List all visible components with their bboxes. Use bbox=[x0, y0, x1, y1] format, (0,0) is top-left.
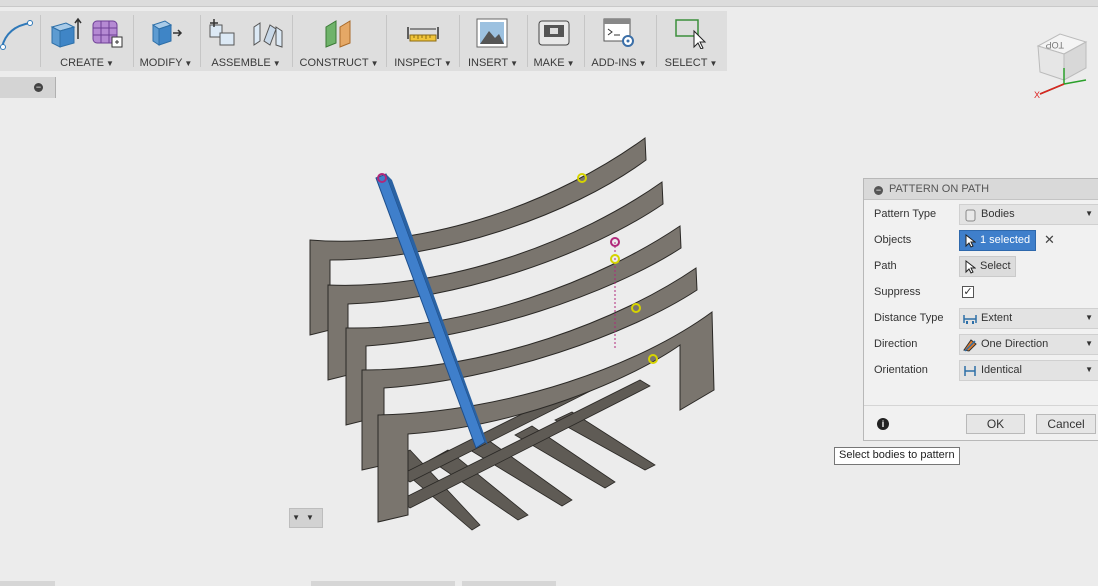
scripts-icon[interactable] bbox=[602, 17, 636, 49]
collapse-icon[interactable]: − bbox=[34, 83, 43, 92]
direction-row: Direction One Direction ▼ bbox=[864, 332, 1098, 358]
insert-label[interactable]: INSERT ▼ bbox=[461, 57, 525, 69]
add-ins-label[interactable]: ADD-INS ▼ bbox=[586, 57, 652, 69]
suppress-row: Suppress ✓ bbox=[864, 280, 1098, 306]
orientation-dropdown[interactable]: Identical ▼ bbox=[959, 360, 1098, 381]
pattern-on-path-panel: − PATTERN ON PATH Pattern Type Bodies ▼ O… bbox=[863, 178, 1098, 441]
chevron-down-icon: ▼ bbox=[1085, 313, 1093, 322]
ok-button[interactable]: OK bbox=[966, 414, 1025, 434]
insert-group[interactable]: INSERT ▼ bbox=[461, 11, 525, 71]
suppress-checkbox[interactable]: ✓ bbox=[962, 286, 974, 298]
joint-icon[interactable] bbox=[250, 17, 284, 49]
direction-label: Direction bbox=[874, 338, 918, 350]
timeline-bar[interactable] bbox=[462, 581, 556, 586]
suppress-label: Suppress bbox=[874, 286, 921, 298]
sketch-spline-icon[interactable] bbox=[0, 17, 36, 50]
orientation-row: Orientation Identical ▼ bbox=[864, 358, 1098, 384]
path-value: Select bbox=[980, 260, 1011, 272]
objects-row: Objects 1 selected ✕ bbox=[864, 228, 1098, 254]
construct-group[interactable]: CONSTRUCT ▼ bbox=[296, 11, 382, 71]
direction-value: One Direction bbox=[981, 338, 1049, 350]
browser-collapse-bar[interactable]: − bbox=[0, 77, 56, 98]
distance-type-value: Extent bbox=[981, 312, 1013, 324]
display-settings-dropdown[interactable]: ▼▼ bbox=[289, 508, 323, 528]
chevron-down-icon: ▼ bbox=[1085, 365, 1093, 374]
timeline-bar[interactable] bbox=[311, 581, 455, 586]
toolbar-separator bbox=[527, 15, 528, 67]
new-component-icon[interactable] bbox=[206, 17, 240, 49]
form-icon[interactable] bbox=[90, 17, 124, 49]
objects-label: Objects bbox=[874, 234, 912, 246]
pattern-type-dropdown[interactable]: Bodies ▼ bbox=[959, 204, 1098, 225]
clear-selection-icon[interactable]: ✕ bbox=[1044, 232, 1055, 248]
window-select-icon[interactable] bbox=[674, 17, 708, 49]
extent-icon bbox=[963, 312, 977, 326]
timeline-bar[interactable] bbox=[0, 581, 55, 586]
path-row: Path Select bbox=[864, 254, 1098, 280]
body-icon bbox=[963, 208, 977, 222]
path-label: Path bbox=[874, 260, 897, 272]
toolbar-separator bbox=[656, 15, 657, 67]
axis-x-label: X bbox=[1034, 90, 1040, 100]
viewcube-top-label: TOP bbox=[1046, 40, 1064, 50]
select-label[interactable]: SELECT ▼ bbox=[660, 57, 722, 69]
inspect-group[interactable]: INSPECT ▼ bbox=[388, 11, 458, 71]
modify-label[interactable]: MODIFY ▼ bbox=[134, 57, 198, 69]
top-strip bbox=[0, 0, 1098, 7]
panel-title[interactable]: − PATTERN ON PATH bbox=[864, 179, 1098, 200]
cursor-icon bbox=[964, 260, 976, 274]
assemble-label[interactable]: ASSEMBLE ▼ bbox=[202, 57, 290, 69]
toolbar-separator bbox=[386, 15, 387, 67]
toolbar-separator bbox=[459, 15, 460, 67]
press-pull-icon[interactable] bbox=[149, 17, 183, 49]
distance-type-label: Distance Type bbox=[874, 312, 944, 324]
measure-icon[interactable] bbox=[406, 17, 440, 49]
viewcube[interactable]: TOP X bbox=[1030, 28, 1094, 100]
select-group[interactable]: SELECT ▼ bbox=[660, 11, 722, 71]
path-select-button[interactable]: Select bbox=[959, 256, 1016, 277]
objects-selection-button[interactable]: 1 selected bbox=[959, 230, 1036, 251]
objects-value: 1 selected bbox=[980, 234, 1031, 246]
toolbar-separator bbox=[584, 15, 585, 67]
pattern-type-row: Pattern Type Bodies ▼ bbox=[864, 202, 1098, 228]
cursor-icon bbox=[964, 234, 976, 248]
insert-image-icon[interactable] bbox=[475, 17, 509, 49]
create-label[interactable]: CREATE ▼ bbox=[44, 57, 130, 69]
chevron-down-icon: ▼ bbox=[1085, 209, 1093, 218]
add-ins-group[interactable]: ADD-INS ▼ bbox=[586, 11, 652, 71]
selected-body[interactable] bbox=[375, 173, 486, 449]
assemble-group[interactable]: ASSEMBLE ▼ bbox=[202, 11, 290, 71]
identical-icon bbox=[963, 364, 977, 378]
toolbar: CREATE ▼ MODIFY ▼ ASSEMBLE ▼ CONSTRUCT ▼… bbox=[0, 11, 727, 71]
extrude-icon[interactable] bbox=[48, 17, 82, 49]
orientation-label: Orientation bbox=[874, 364, 928, 376]
make-label[interactable]: MAKE ▼ bbox=[529, 57, 579, 69]
construct-label[interactable]: CONSTRUCT ▼ bbox=[296, 57, 382, 69]
toolbar-separator bbox=[40, 15, 41, 67]
3d-print-icon[interactable] bbox=[537, 17, 571, 49]
toolbar-separator bbox=[200, 15, 201, 67]
offset-plane-icon[interactable] bbox=[322, 17, 356, 49]
direction-dropdown[interactable]: One Direction ▼ bbox=[959, 334, 1098, 355]
one-direction-icon bbox=[963, 338, 977, 352]
distance-type-dropdown[interactable]: Extent ▼ bbox=[959, 308, 1098, 329]
chevron-down-icon: ▼ bbox=[1085, 339, 1093, 348]
collapse-icon[interactable]: − bbox=[874, 186, 883, 195]
panel-footer: i OK Cancel bbox=[864, 405, 1098, 441]
toolbar-separator bbox=[292, 15, 293, 67]
info-icon[interactable]: i bbox=[877, 418, 889, 430]
tooltip: Select bodies to pattern bbox=[834, 447, 960, 465]
create-group[interactable]: CREATE ▼ bbox=[44, 11, 130, 71]
orientation-value: Identical bbox=[981, 364, 1022, 376]
inspect-label[interactable]: INSPECT ▼ bbox=[388, 57, 458, 69]
pattern-type-label: Pattern Type bbox=[874, 208, 937, 220]
modify-group[interactable]: MODIFY ▼ bbox=[134, 11, 198, 71]
make-group[interactable]: MAKE ▼ bbox=[529, 11, 579, 71]
model-viewport[interactable] bbox=[300, 130, 730, 540]
cancel-button[interactable]: Cancel bbox=[1036, 414, 1096, 434]
pattern-type-value: Bodies bbox=[981, 208, 1015, 220]
distance-type-row: Distance Type Extent ▼ bbox=[864, 306, 1098, 332]
